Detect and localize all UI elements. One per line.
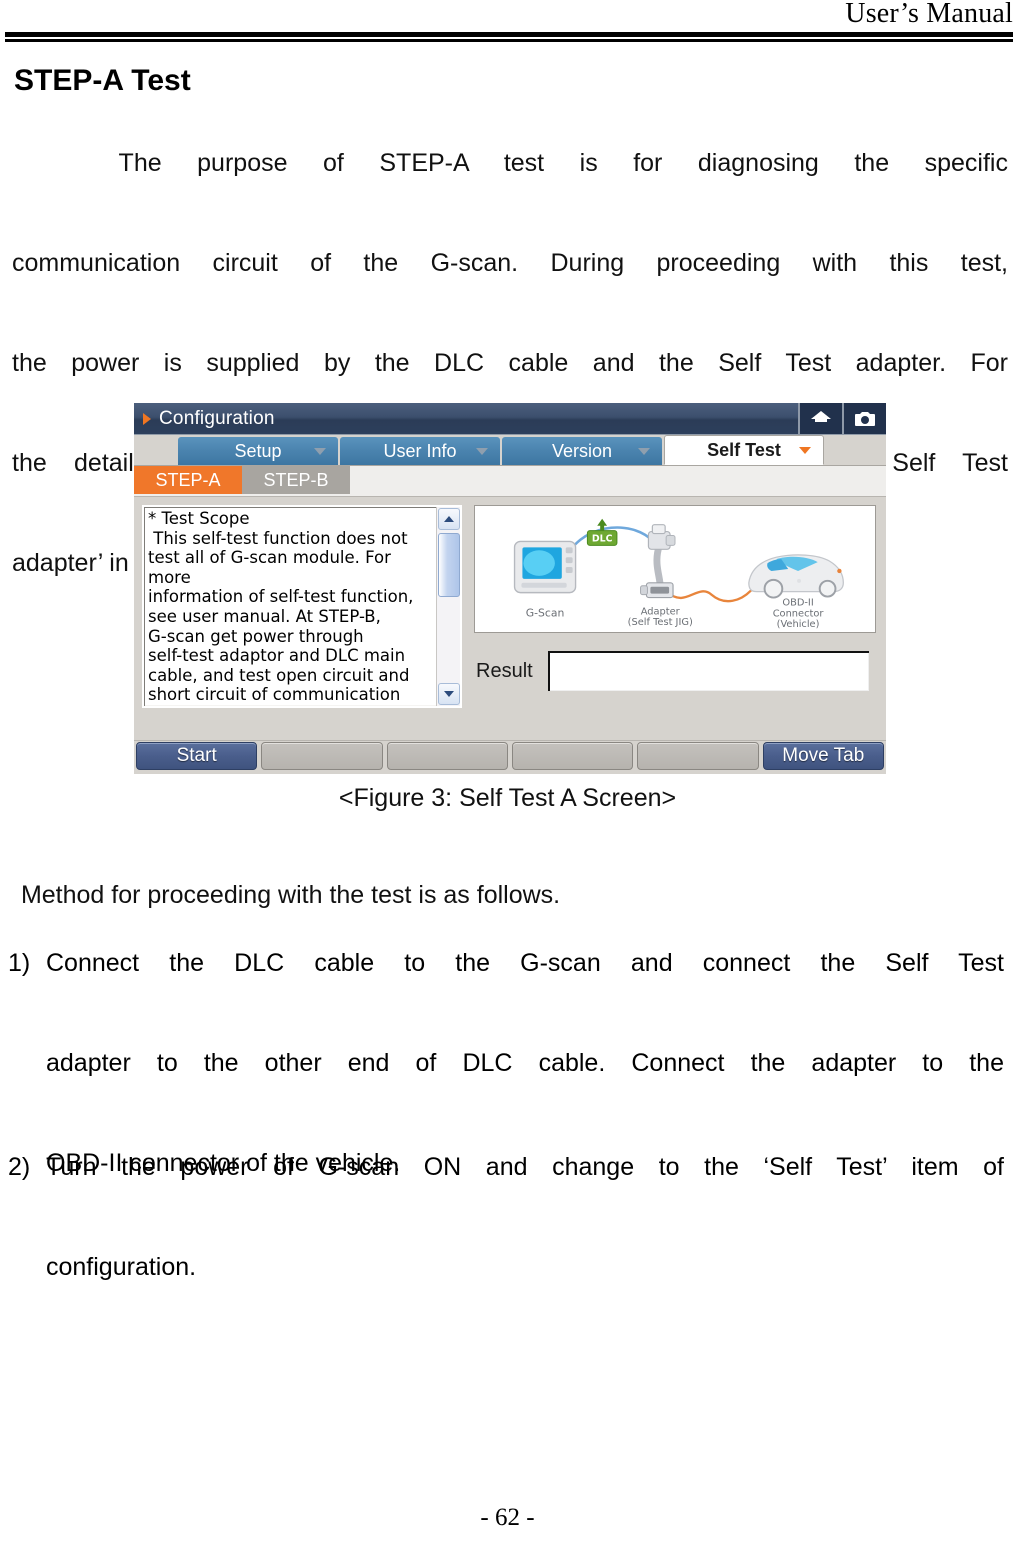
list-2-line-2: configuration.	[46, 1253, 197, 1281]
tab-version-label: Version	[551, 440, 613, 461]
bottom-button-bar: Start Move Tab	[134, 740, 886, 774]
scrollbar-thumb[interactable]	[437, 533, 460, 597]
blank-button-2[interactable]	[386, 741, 508, 770]
section-heading: STEP-A Test	[14, 64, 191, 97]
dlc-badge-icon: DLC	[586, 518, 618, 546]
scroll-up-icon[interactable]	[437, 508, 460, 530]
blank-button-4[interactable]	[637, 741, 759, 770]
triangle-right-icon	[143, 412, 151, 425]
diagram-label-adapter-1: Adapter	[641, 606, 681, 617]
tab-setup-label: Setup	[234, 440, 282, 461]
blank-button-3[interactable]	[511, 741, 634, 770]
tab-setup[interactable]: Setup	[178, 437, 338, 465]
test-scope-textbox[interactable]: * Test Scope This self-test function doe…	[142, 505, 462, 708]
right-column: DLC G-Scan Adapter (Self Test JIG) OBD-I…	[474, 505, 876, 742]
figure-self-test-a-screen: Configuration Setup User Info Version Se…	[134, 403, 886, 774]
tab-user-info[interactable]: User Info	[340, 437, 500, 465]
scope-scrollbar[interactable]	[436, 507, 460, 706]
figure-caption: <Figure 3: Self Test A Screen>	[338, 784, 677, 812]
list-2-line-1: Turn the power of G-scan ON and change t…	[46, 1153, 1004, 1181]
intro-line-2: communication circuit of the G-scan. Dur…	[12, 249, 1008, 277]
page-header-title: User’s Manual	[845, 0, 1013, 29]
configuration-window: Configuration Setup User Info Version Se…	[134, 403, 886, 774]
chevron-down-icon[interactable]	[799, 446, 811, 454]
subtab-step-b[interactable]: STEP-B	[242, 466, 350, 494]
self-test-content-area: * Test Scope This self-test function doe…	[134, 497, 886, 742]
list-1-line-1: Connect the DLC cable to the G-scan and …	[46, 949, 1004, 977]
titlebar-icon-group	[798, 403, 886, 434]
scrollbar-track[interactable]	[437, 531, 460, 682]
tab-self-test-label: Self Test	[707, 439, 781, 460]
window-title: Configuration	[159, 407, 275, 429]
chevron-down-icon[interactable]	[476, 447, 488, 455]
tab-user-info-label: User Info	[383, 440, 457, 461]
sub-tab-strip: STEP-A STEP-B	[134, 466, 886, 497]
main-tab-strip: Setup User Info Version Self Test	[134, 435, 886, 466]
page-footer: - 62 -	[480, 1504, 535, 1531]
scroll-down-icon[interactable]	[437, 683, 460, 705]
connection-diagram: DLC G-Scan Adapter (Self Test JIG) OBD-I…	[474, 505, 876, 633]
test-scope-text: * Test Scope This self-test function doe…	[148, 509, 414, 706]
diagram-label-obd-3: (Vehicle)	[777, 619, 820, 630]
diagram-label-obd-1: OBD-II	[782, 597, 813, 608]
list-marker-2: 2)	[8, 1153, 31, 1181]
vehicle-image	[748, 554, 844, 599]
window-titlebar: Configuration	[134, 403, 886, 435]
blank-button-1[interactable]	[261, 741, 383, 770]
start-button[interactable]: Start	[136, 741, 258, 770]
chevron-down-icon[interactable]	[638, 447, 650, 455]
diagram-label-obd-2: Connector	[773, 608, 825, 619]
list-1-line-2: adapter to the other end of DLC cable. C…	[46, 1049, 1004, 1077]
result-input[interactable]	[546, 650, 870, 692]
svg-text:DLC: DLC	[592, 533, 613, 544]
tab-self-test[interactable]: Self Test	[664, 435, 824, 465]
chevron-down-icon[interactable]	[314, 447, 326, 455]
page-header: User’s Manual	[0, 0, 1015, 40]
diagram-label-g-scan: G-Scan	[526, 606, 565, 619]
list-marker-1: 1)	[8, 949, 31, 977]
move-tab-button[interactable]: Move Tab	[762, 741, 884, 770]
intro-line-1: The purpose of STEP-A test is for diagno…	[12, 149, 1008, 177]
camera-icon[interactable]	[842, 403, 886, 434]
tab-version[interactable]: Version	[502, 437, 662, 465]
home-icon[interactable]	[798, 403, 842, 434]
list-item: 2) Turn the power of G-scan ON and chang…	[8, 1142, 1004, 1292]
subtab-step-a[interactable]: STEP-A	[134, 466, 242, 494]
diagram-label-adapter-2: (Self Test JIG)	[628, 617, 693, 628]
g-scan-device-image	[513, 540, 577, 594]
method-intro-paragraph: Method for proceeding with the test is a…	[14, 881, 561, 909]
result-label: Result	[476, 659, 533, 682]
result-row: Result	[474, 650, 876, 692]
list-body-2: Turn the power of G-scan ON and change t…	[46, 1142, 1004, 1292]
header-divider-rule	[5, 32, 1013, 39]
